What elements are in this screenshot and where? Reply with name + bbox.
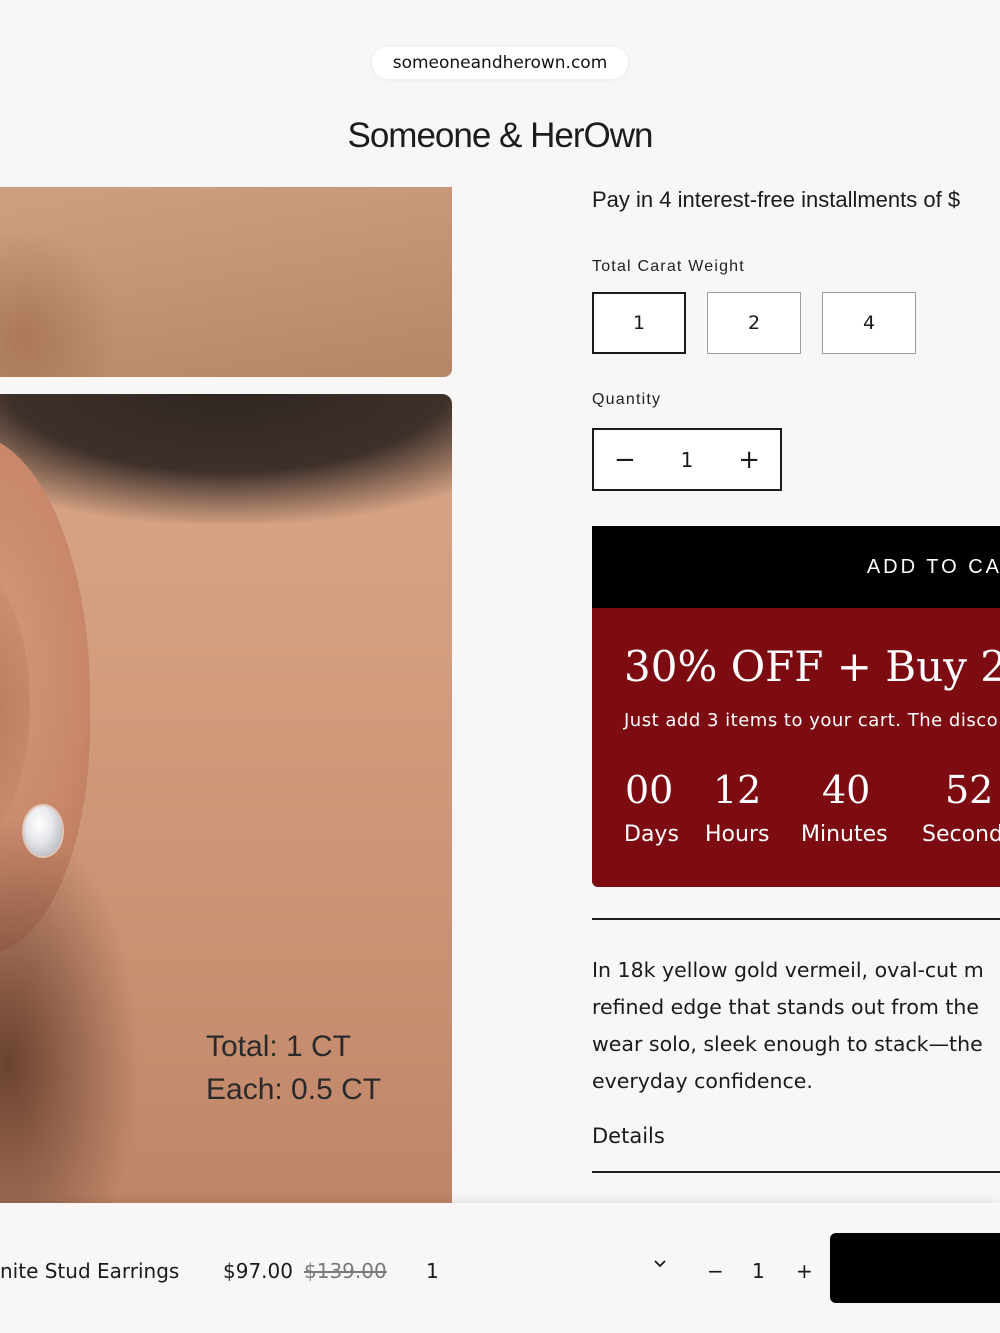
description-line: wear solo, sleek enough to stack—the [592, 1032, 983, 1056]
countdown-hours-value: 12 [713, 768, 762, 812]
brand-logo[interactable]: Someone & HerOwn [0, 116, 1000, 156]
promo-title: 30% OFF + Buy 2, G [624, 642, 1000, 691]
sticky-variant-select[interactable]: 1 [426, 1259, 439, 1283]
sticky-product-name: nite Stud Earrings [0, 1259, 180, 1283]
url-bar[interactable]: someoneandherown.com [372, 47, 628, 79]
promo-subtitle: Just add 3 items to your cart. The disco [624, 710, 999, 731]
description-line: everyday confidence. [592, 1069, 813, 1093]
divider [592, 918, 1000, 920]
sticky-add-to-cart-button[interactable] [830, 1233, 1000, 1303]
carat-label: Total Carat Weight [592, 258, 745, 275]
countdown-minutes-label: Minutes [801, 822, 888, 847]
carat-option-label: 4 [862, 312, 876, 334]
product-image-thumbnail[interactable] [0, 187, 452, 377]
chevron-down-icon[interactable] [651, 1253, 669, 1277]
add-to-cart-button[interactable]: ADD TO CA [592, 526, 1000, 608]
countdown-minutes-value: 40 [822, 768, 871, 812]
countdown-seconds-value: 52 [945, 768, 994, 812]
add-to-cart-label: ADD TO CA [866, 555, 1000, 578]
divider [592, 1171, 1000, 1173]
image-caption-each: Each: 0.5 CT [206, 1073, 382, 1106]
countdown-hours-label: Hours [705, 822, 770, 847]
countdown-days-value: 00 [625, 768, 674, 812]
description-line: refined edge that stands out from the [592, 995, 979, 1019]
sticky-minus-icon[interactable]: − [707, 1259, 724, 1283]
image-carat-caption: Total: 1 CT Each: 0.5 CT [206, 1025, 381, 1111]
image-caption-total: Total: 1 CT [206, 1030, 352, 1063]
carat-option-label: 1 [632, 312, 646, 334]
product-description: In 18k yellow gold vermeil, oval-cut m r… [592, 952, 1000, 1100]
url-text: someoneandherown.com [392, 53, 608, 73]
minus-icon[interactable]: − [614, 447, 636, 473]
sticky-compare-price: $139.00 [304, 1259, 387, 1283]
quantity-label: Quantity [592, 391, 662, 408]
carat-option-4[interactable]: 4 [822, 292, 916, 354]
quantity-stepper: − 1 + [592, 428, 782, 491]
sticky-quantity-value[interactable]: 1 [752, 1259, 765, 1283]
description-line: In 18k yellow gold vermeil, oval-cut m [592, 958, 984, 982]
plus-icon[interactable]: + [738, 447, 760, 473]
carat-option-2[interactable]: 2 [707, 292, 801, 354]
carat-option-label: 2 [747, 312, 761, 334]
quantity-value[interactable]: 1 [681, 448, 694, 472]
details-accordion[interactable]: Details [592, 1124, 665, 1148]
countdown-seconds-label: Second [922, 822, 1000, 847]
sticky-price: $97.00 [223, 1259, 293, 1283]
sticky-plus-icon[interactable]: + [796, 1259, 813, 1283]
promo-banner: 30% OFF + Buy 2, G Just add 3 items to y… [592, 608, 1000, 887]
carat-option-1[interactable]: 1 [592, 292, 686, 354]
earring-stud [24, 806, 62, 856]
countdown-days-label: Days [624, 822, 679, 847]
installments-text: Pay in 4 interest-free installments of $ [592, 187, 961, 212]
